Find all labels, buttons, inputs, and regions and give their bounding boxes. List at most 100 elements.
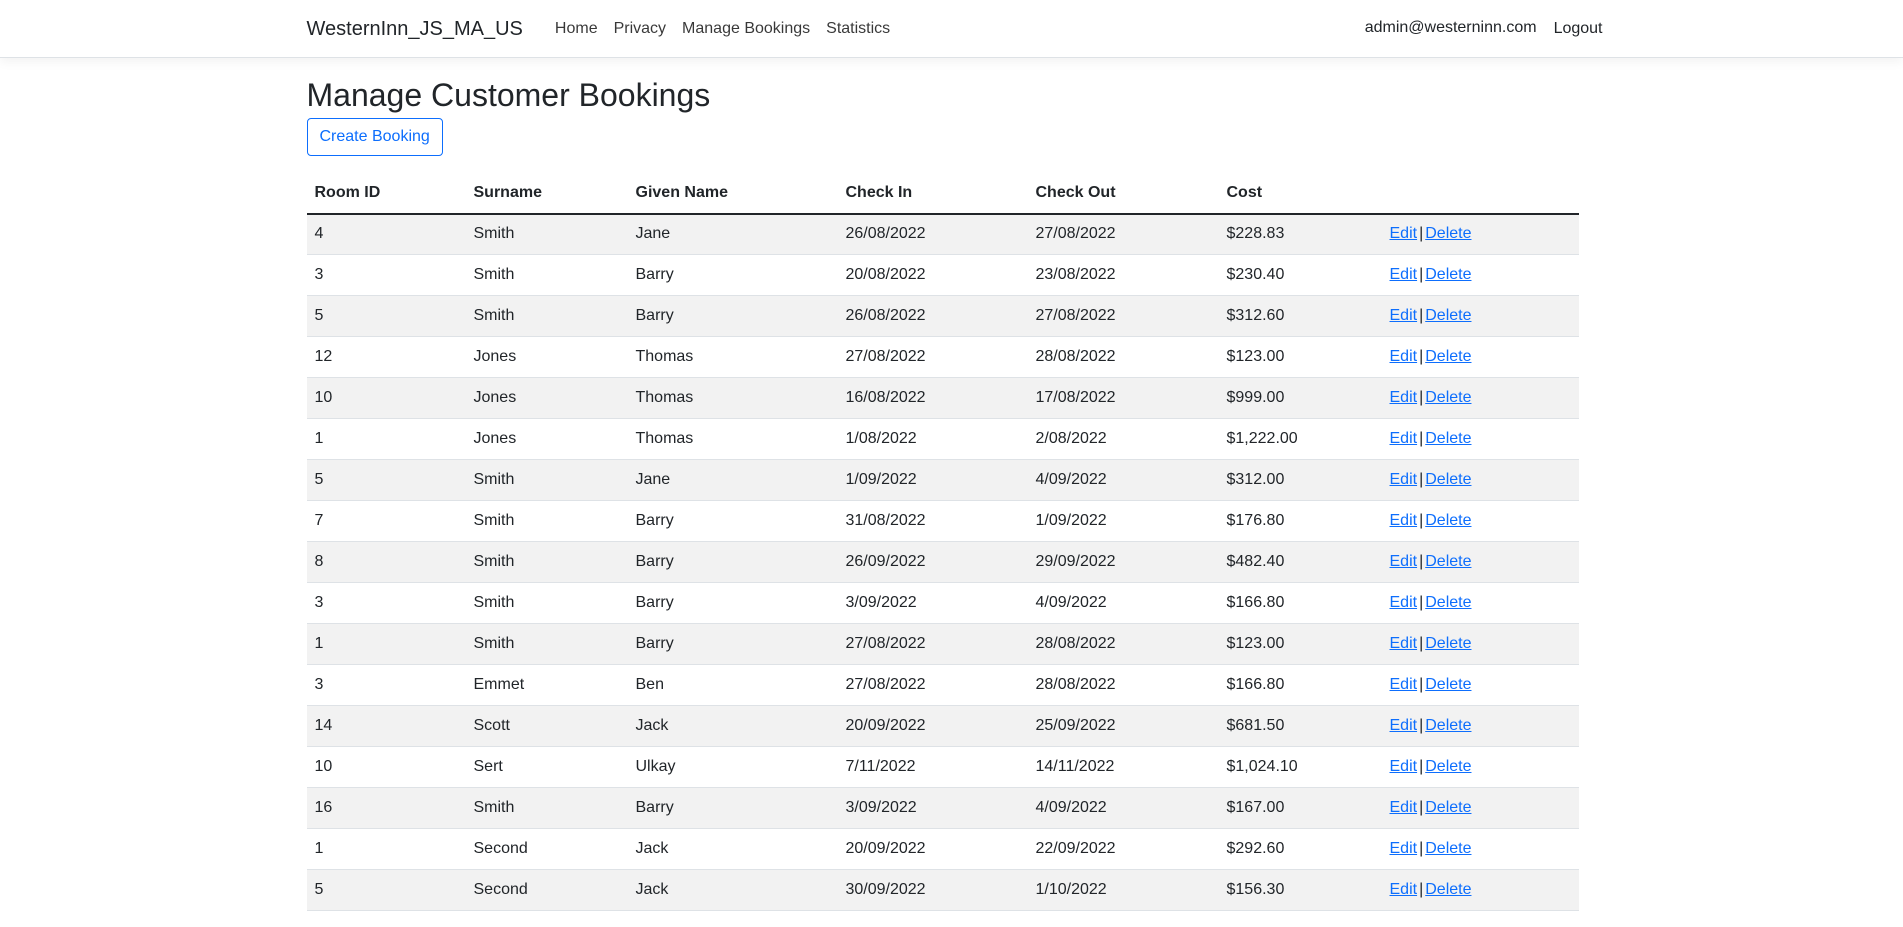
cell-surname: Smith: [465, 623, 628, 666]
cell-actions: Edit | Delete: [1381, 336, 1579, 379]
cell-given-name: Jane: [627, 459, 838, 502]
cell-check-out: 14/11/2022: [1027, 746, 1219, 789]
edit-link[interactable]: Edit: [1390, 348, 1418, 365]
cell-check-out: 28/08/2022: [1027, 623, 1219, 666]
bookings-table: Room ID Surname Given Name Check In Chec…: [306, 172, 1579, 912]
delete-link[interactable]: Delete: [1425, 594, 1471, 611]
edit-link[interactable]: Edit: [1390, 717, 1418, 734]
nav-link-home[interactable]: Home: [547, 12, 606, 46]
edit-link[interactable]: Edit: [1390, 594, 1418, 611]
cell-room-id: 12: [306, 336, 466, 379]
cell-surname: Second: [465, 828, 628, 871]
edit-link[interactable]: Edit: [1390, 430, 1418, 447]
edit-link[interactable]: Edit: [1390, 266, 1418, 283]
cell-surname: Smith: [465, 254, 628, 297]
delete-link[interactable]: Delete: [1425, 307, 1471, 324]
delete-link[interactable]: Delete: [1425, 676, 1471, 693]
edit-link[interactable]: Edit: [1390, 635, 1418, 652]
edit-link[interactable]: Edit: [1390, 881, 1418, 898]
cell-check-in: 20/08/2022: [837, 254, 1028, 297]
cell-actions: Edit | Delete: [1381, 418, 1579, 461]
table-header: Room ID Surname Given Name Check In Chec…: [306, 172, 1579, 215]
nav-link-statistics[interactable]: Statistics: [818, 12, 898, 46]
logout-link[interactable]: Logout: [1545, 12, 1603, 46]
cell-surname: Smith: [465, 787, 628, 830]
delete-link[interactable]: Delete: [1425, 471, 1471, 488]
cell-cost: $156.30: [1218, 869, 1382, 912]
cell-room-id: 4: [306, 213, 466, 256]
table-row: 4 Smith Jane 26/08/2022 27/08/2022 $228.83 Edi…: [306, 213, 1579, 256]
edit-link[interactable]: Edit: [1390, 307, 1418, 324]
create-booking-button[interactable]: Create Booking: [306, 118, 443, 156]
cell-cost: $167.00: [1218, 787, 1382, 830]
cell-surname: Second: [465, 869, 628, 912]
action-separator: |: [1419, 430, 1424, 448]
edit-link[interactable]: Edit: [1390, 676, 1418, 693]
cell-cost: $482.40: [1218, 541, 1382, 584]
cell-surname: Jones: [465, 336, 628, 379]
cell-check-in: 7/11/2022: [837, 746, 1028, 789]
delete-link[interactable]: Delete: [1425, 758, 1471, 775]
edit-link[interactable]: Edit: [1390, 840, 1418, 857]
delete-link[interactable]: Delete: [1425, 881, 1471, 898]
cell-given-name: Barry: [627, 254, 838, 297]
table-row: 10 Sert Ulkay 7/11/2022 14/11/2022 $1,024.10 E…: [306, 746, 1579, 789]
cell-cost: $166.80: [1218, 664, 1382, 707]
delete-link[interactable]: Delete: [1425, 717, 1471, 734]
cell-cost: $999.00: [1218, 377, 1382, 420]
delete-link[interactable]: Delete: [1425, 635, 1471, 652]
table-row: 5 Second Jack 30/09/2022 1/10/2022 $156.30 Edi…: [306, 869, 1579, 912]
cell-given-name: Ben: [627, 664, 838, 707]
edit-link[interactable]: Edit: [1390, 799, 1418, 816]
cell-cost: $1,024.10: [1218, 746, 1382, 789]
cell-cost: $312.00: [1218, 459, 1382, 502]
cell-room-id: 7: [306, 500, 466, 543]
cell-given-name: Thomas: [627, 377, 838, 420]
cell-cost: $228.83: [1218, 213, 1382, 256]
delete-link[interactable]: Delete: [1425, 348, 1471, 365]
table-row: 5 Smith Jane 1/09/2022 4/09/2022 $312.00 Edit |…: [306, 459, 1579, 502]
edit-link[interactable]: Edit: [1390, 758, 1418, 775]
delete-link[interactable]: Delete: [1425, 799, 1471, 816]
delete-link[interactable]: Delete: [1425, 225, 1471, 242]
cell-room-id: 5: [306, 459, 466, 502]
cell-room-id: 3: [306, 664, 466, 707]
delete-link[interactable]: Delete: [1425, 266, 1471, 283]
edit-link[interactable]: Edit: [1390, 471, 1418, 488]
cell-room-id: 1: [306, 828, 466, 871]
cell-actions: Edit | Delete: [1381, 377, 1579, 420]
cell-actions: Edit | Delete: [1381, 541, 1579, 584]
cell-surname: Emmet: [465, 664, 628, 707]
cell-surname: Scott: [465, 705, 628, 748]
table-row: 1 Jones Thomas 1/08/2022 2/08/2022 $1,222.00 E…: [306, 418, 1579, 461]
cell-room-id: 3: [306, 254, 466, 297]
edit-link[interactable]: Edit: [1390, 553, 1418, 570]
cell-check-in: 16/08/2022: [837, 377, 1028, 420]
cell-given-name: Barry: [627, 500, 838, 543]
action-separator: |: [1419, 553, 1424, 571]
nav-link-privacy[interactable]: Privacy: [606, 12, 674, 46]
delete-link[interactable]: Delete: [1425, 430, 1471, 447]
delete-link[interactable]: Delete: [1425, 840, 1471, 857]
edit-link[interactable]: Edit: [1390, 389, 1418, 406]
delete-link[interactable]: Delete: [1425, 389, 1471, 406]
action-separator: |: [1419, 758, 1424, 776]
cell-room-id: 14: [306, 705, 466, 748]
cell-actions: Edit | Delete: [1381, 295, 1579, 338]
cell-actions: Edit | Delete: [1381, 254, 1579, 297]
cell-surname: Smith: [465, 213, 628, 256]
cell-check-in: 27/08/2022: [837, 664, 1028, 707]
edit-link[interactable]: Edit: [1390, 225, 1418, 242]
header-check-in: Check In: [837, 172, 1028, 215]
delete-link[interactable]: Delete: [1425, 512, 1471, 529]
delete-link[interactable]: Delete: [1425, 553, 1471, 570]
edit-link[interactable]: Edit: [1390, 512, 1418, 529]
table-row: 16 Smith Barry 3/09/2022 4/09/2022 $167.00 Edi…: [306, 787, 1579, 830]
cell-check-in: 27/08/2022: [837, 336, 1028, 379]
nav-link-manage-bookings[interactable]: Manage Bookings: [674, 12, 818, 46]
cell-given-name: Jack: [627, 705, 838, 748]
cell-check-out: 17/08/2022: [1027, 377, 1219, 420]
cell-actions: Edit | Delete: [1381, 787, 1579, 830]
cell-check-in: 20/09/2022: [837, 828, 1028, 871]
brand-link[interactable]: WesternInn_JS_MA_US: [307, 18, 523, 41]
